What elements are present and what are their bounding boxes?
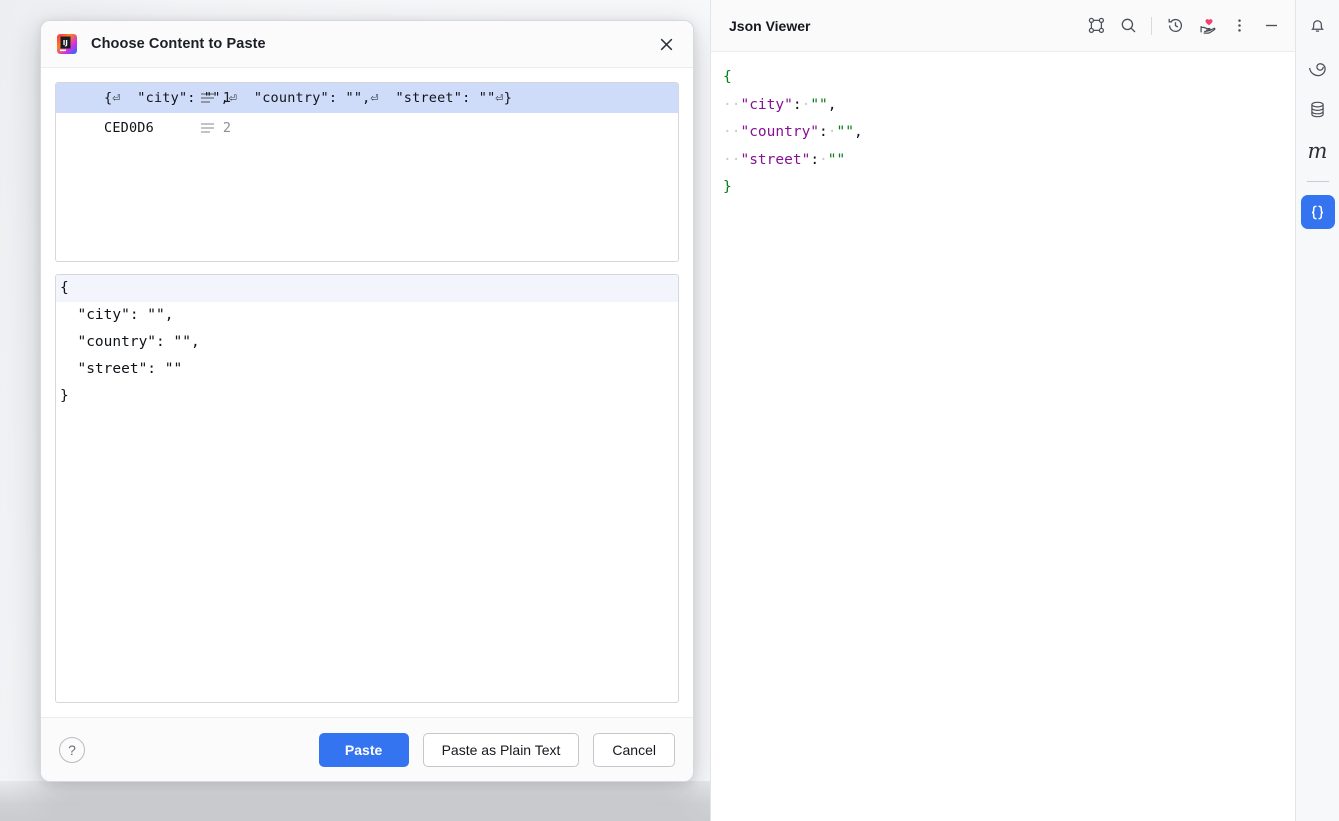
json-token-space: ·: [819, 151, 828, 168]
json-token-value: "": [836, 124, 854, 140]
preview-line: {: [56, 275, 678, 302]
preview-line: "city": "",: [60, 307, 174, 323]
entry-text: CED0D6: [104, 120, 154, 136]
json-viewer-header: Json Viewer: [711, 0, 1295, 52]
database-icon[interactable]: [1301, 92, 1335, 126]
json-line: ··"city":·"",: [723, 92, 1295, 120]
history-icon[interactable]: [1161, 12, 1189, 40]
close-icon[interactable]: [653, 31, 679, 57]
spiral-icon[interactable]: [1301, 50, 1335, 84]
clipboard-entry-list[interactable]: 1 {⏎ "city": "",⏎ "country": "",⏎ "stree…: [55, 82, 679, 262]
help-icon[interactable]: ?: [59, 736, 85, 763]
json-token-key: "street": [740, 151, 811, 168]
footer-actions: Paste Paste as Plain Text Cancel: [318, 732, 675, 767]
notifications-bell-icon[interactable]: [1301, 8, 1335, 42]
json-token-indent: ··: [723, 151, 741, 168]
json-viewer-content[interactable]: { ··"city":·"", ··"country":·"", ··"stre…: [711, 52, 1295, 821]
json-line: ··"country":·"",: [723, 119, 1295, 147]
svg-text:IJ: IJ: [63, 39, 68, 47]
json-viewer-panel: Json Viewer {··"city":·"", ··"country":…: [710, 0, 1295, 821]
json-token-indent: ··: [723, 96, 741, 113]
json-token-comma: ,: [853, 124, 863, 140]
json-token-brace: }: [723, 179, 732, 195]
json-braces-icon[interactable]: [1300, 195, 1335, 229]
minimize-icon[interactable]: [1257, 12, 1285, 40]
entry-gutter: 2: [56, 100, 231, 157]
parent-window-edge: [0, 781, 710, 821]
preview-line: "country": "",: [60, 334, 200, 350]
dialog-body: 1 {⏎ "city": "",⏎ "country": "",⏎ "stree…: [41, 68, 693, 717]
app-root: IJ Choose Content to Paste 1 {⏎ "city": …: [0, 0, 1339, 821]
preview-line: "street": "": [60, 361, 183, 377]
json-token-value: "": [810, 96, 828, 113]
panel-title: Json Viewer: [729, 17, 811, 34]
json-token-key: "country": [740, 124, 820, 140]
paste-button[interactable]: Paste: [318, 732, 409, 767]
m-letter-icon[interactable]: m: [1301, 134, 1335, 168]
paste-preview-editor[interactable]: { "city": "", "country": "", "street": "…: [55, 274, 679, 703]
cancel-button[interactable]: Cancel: [593, 732, 675, 767]
json-line: }: [723, 174, 1295, 202]
search-icon[interactable]: [1114, 12, 1142, 40]
json-token-indent: ··: [723, 124, 741, 140]
toolbar-divider: [1151, 16, 1152, 35]
preview-line: }: [60, 388, 69, 404]
more-options-icon[interactable]: [1225, 12, 1253, 40]
json-line: ··"street":·"": [723, 147, 1295, 175]
json-token-brace: {: [723, 69, 732, 85]
donate-heart-hand-icon[interactable]: [1193, 12, 1221, 40]
intellij-idea-icon: IJ: [57, 34, 77, 54]
structure-graph-icon[interactable]: [1082, 12, 1110, 40]
dialog-footer: ? Paste Paste as Plain Text Cancel: [41, 717, 693, 781]
dialog-title: Choose Content to Paste: [91, 36, 266, 52]
json-token-colon: :: [792, 96, 802, 113]
choose-content-to-paste-dialog: IJ Choose Content to Paste 1 {⏎ "city": …: [40, 20, 694, 782]
entry-index: 2: [222, 120, 231, 136]
dialog-header: IJ Choose Content to Paste: [41, 21, 693, 68]
json-token-colon: :: [810, 151, 820, 168]
json-token-key: "city": [740, 96, 793, 113]
json-token-space: ·: [827, 124, 837, 140]
paste-as-plain-text-button[interactable]: Paste as Plain Text: [422, 732, 580, 767]
json-line: {: [723, 64, 1295, 92]
m-letter-label: m: [1307, 138, 1328, 163]
json-token-colon: :: [819, 124, 828, 140]
json-token-value: "": [827, 151, 846, 168]
json-token-comma: ,: [827, 96, 837, 113]
tool-rail: m: [1295, 0, 1339, 821]
panel-toolbar: [1082, 12, 1285, 40]
rail-divider: [1306, 181, 1329, 182]
clipboard-entry-row[interactable]: 2 CED0D6: [56, 113, 678, 143]
